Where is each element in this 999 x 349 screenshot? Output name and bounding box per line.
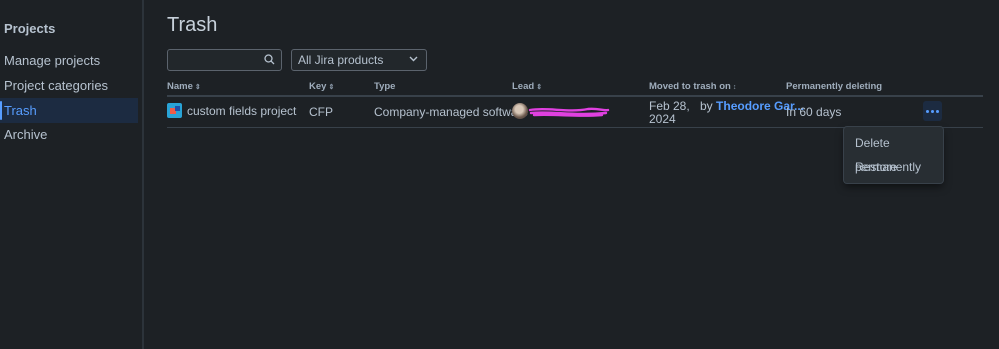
product-filter-select[interactable]: All Jira products <box>291 49 427 71</box>
sort-icon: ⇕ <box>536 84 543 91</box>
more-icon <box>931 110 934 113</box>
sidebar-item-trash[interactable]: Trash <box>0 98 138 123</box>
sort-icon: ⇕ <box>194 84 201 91</box>
project-icon <box>167 103 182 118</box>
moved-date-line1: Feb 28, <box>649 99 690 113</box>
sidebar-item-archive[interactable]: Archive <box>0 122 138 147</box>
column-header-moved-label: Moved to trash on <box>649 81 731 92</box>
column-header-type: Type <box>374 81 395 92</box>
search-icon <box>264 54 275 65</box>
sidebar-item-manage-projects[interactable]: Manage projects <box>0 48 138 73</box>
menu-item-restore[interactable]: Restore <box>844 155 943 179</box>
project-type: Company-managed software <box>374 105 529 119</box>
actions-menu: Delete permanently Restore <box>844 127 943 183</box>
sort-icon: ⇕ <box>328 84 335 91</box>
column-header-lead[interactable]: Lead ⇕ <box>512 81 542 92</box>
moved-date-line2: 2024 <box>649 112 676 126</box>
header-divider <box>167 95 983 97</box>
column-header-deleting-label: Permanently deleting <box>786 81 883 92</box>
more-icon <box>936 110 939 113</box>
search-input[interactable] <box>168 50 258 70</box>
main-content: Trash All Jira products Name ⇕ Key ⇕ Type … <box>144 0 999 349</box>
column-header-key-label: Key <box>309 81 327 92</box>
more-actions-button[interactable] <box>923 101 942 121</box>
moved-by-prefix: by <box>700 99 713 113</box>
column-header-type-label: Type <box>374 81 396 92</box>
sidebar: Projects Manage projects Project categor… <box>0 0 144 349</box>
column-header-name[interactable]: Name ⇕ <box>167 81 201 92</box>
sort-icon: ↕ <box>732 84 737 91</box>
project-name: custom fields project <box>187 104 297 118</box>
column-header-deleting: Permanently deleting <box>786 81 882 92</box>
redacted-lead-name <box>528 107 610 117</box>
project-key: CFP <box>309 105 333 119</box>
permanently-deleting-value: In 60 days <box>786 105 842 119</box>
column-header-key[interactable]: Key ⇕ <box>309 81 334 92</box>
search-box[interactable] <box>167 49 282 71</box>
column-header-lead-label: Lead <box>512 81 535 92</box>
chevron-down-icon <box>409 56 418 62</box>
menu-item-delete-permanently[interactable]: Delete permanently <box>844 131 943 174</box>
product-filter-value: All Jira products <box>298 53 384 67</box>
column-header-moved[interactable]: Moved to trash on ↕ <box>649 81 736 92</box>
more-icon <box>926 110 929 113</box>
avatar <box>512 103 528 119</box>
page-title: Trash <box>167 14 218 36</box>
sidebar-title: Projects <box>4 21 56 36</box>
column-header-name-label: Name <box>167 81 193 92</box>
sidebar-item-project-categories[interactable]: Project categories <box>0 73 138 98</box>
